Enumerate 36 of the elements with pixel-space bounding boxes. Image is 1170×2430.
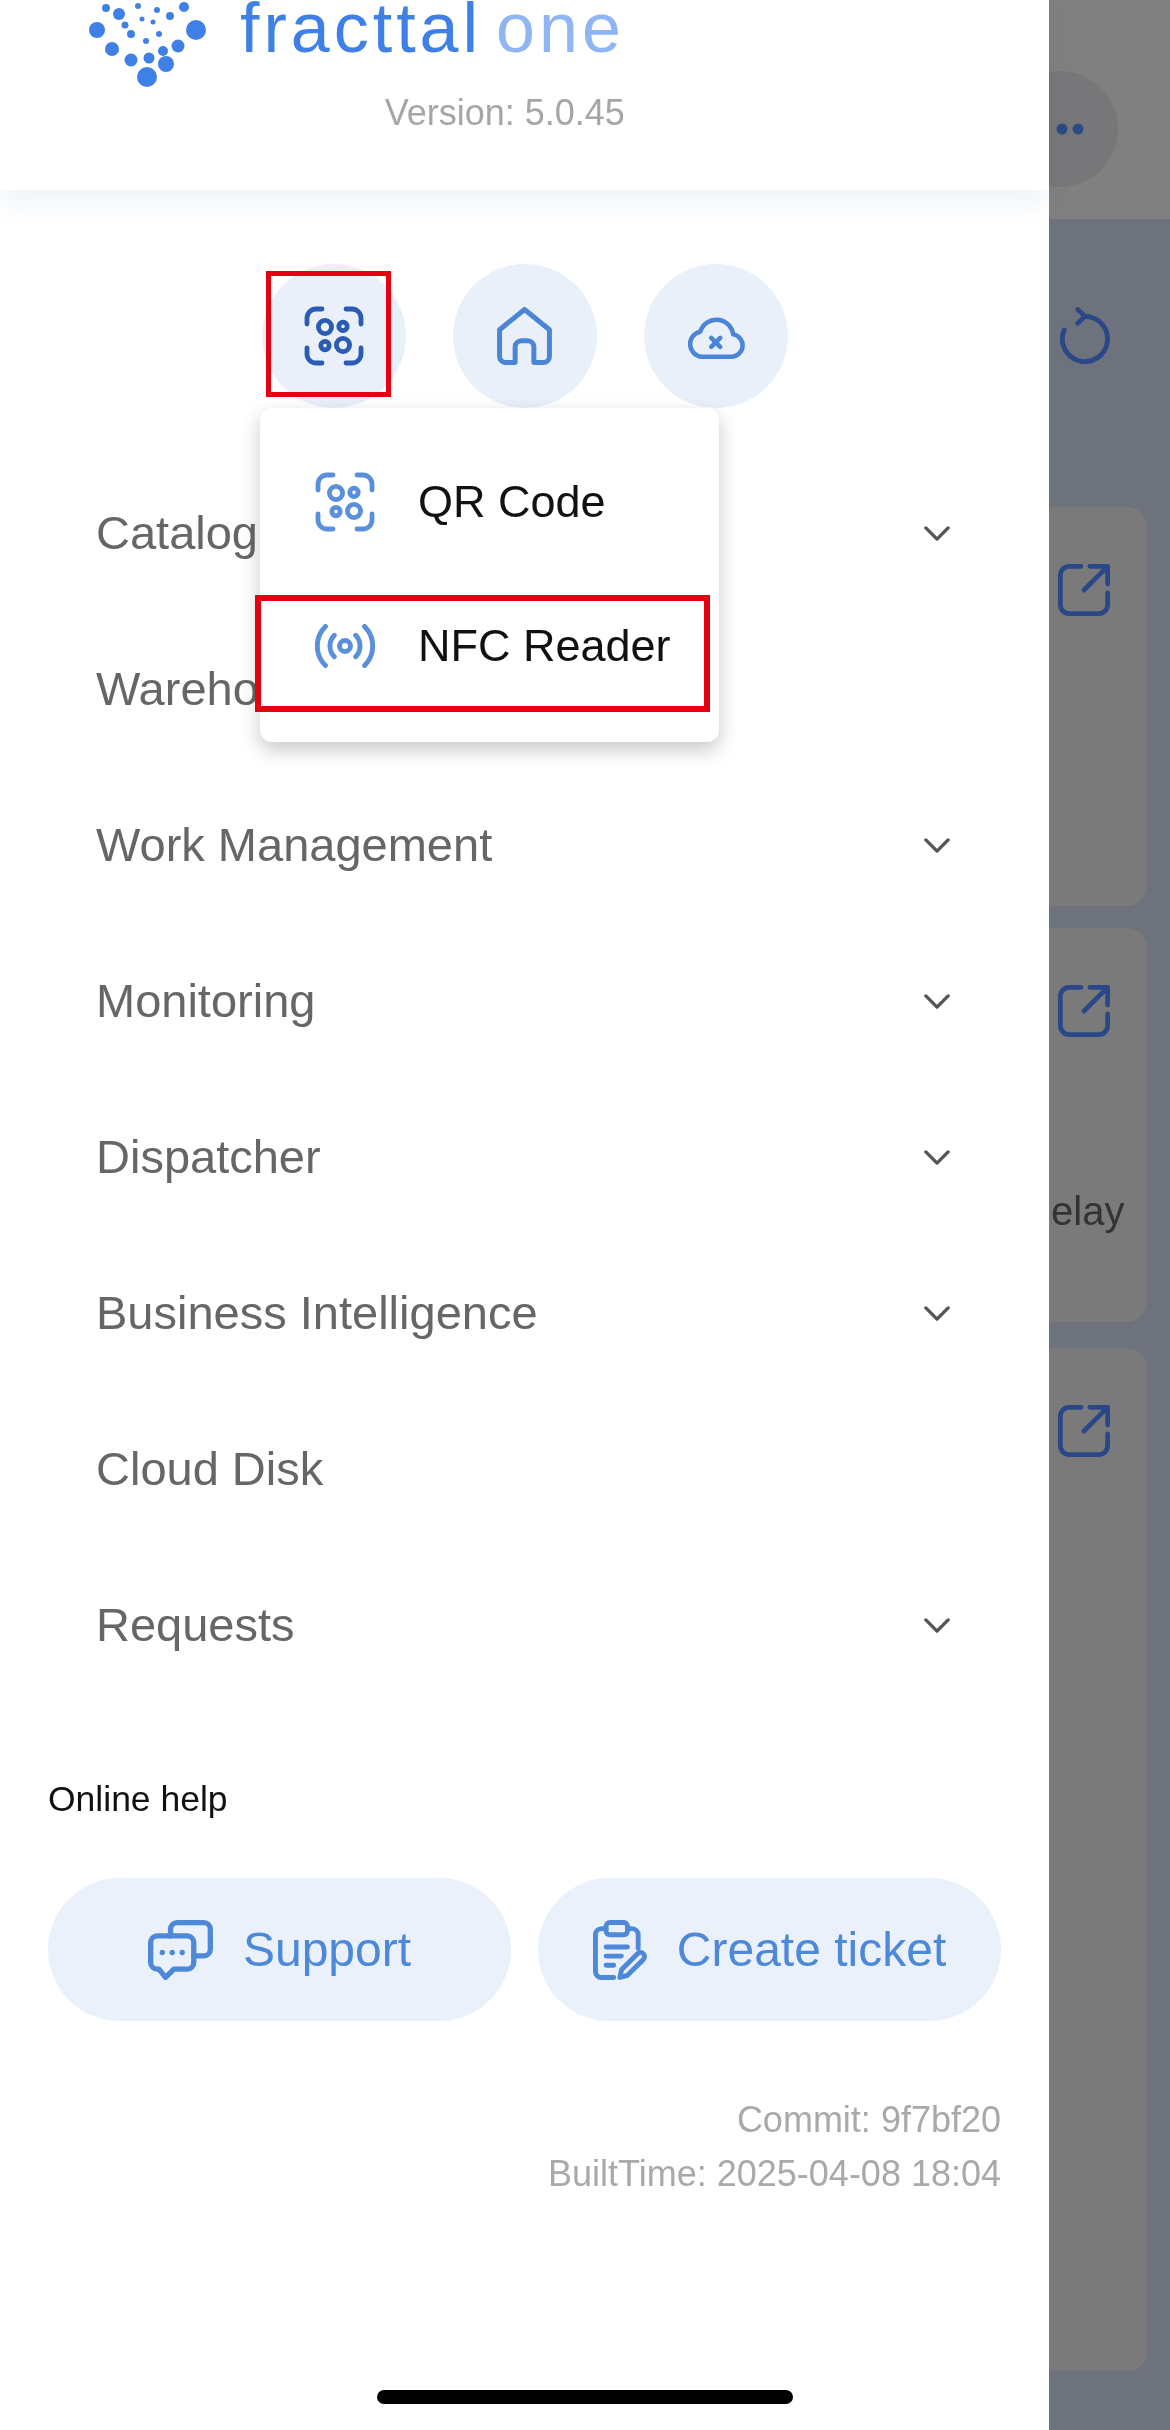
chevron-down-icon [924,1617,950,1633]
support-button[interactable]: Support [48,1878,511,2021]
chevron-down-icon [924,1149,950,1165]
create-ticket-button[interactable]: Create ticket [538,1878,1001,2021]
nav-item[interactable]: Dispatcher [96,1129,321,1185]
clipboard-pencil-icon [592,1919,647,1980]
more-button[interactable] [1049,71,1118,187]
external-link-icon[interactable] [1058,985,1110,1037]
card-text: elay [1051,1188,1126,1235]
scan-icon [315,472,375,532]
nav-item[interactable]: Catalog [96,505,258,561]
nav-item[interactable]: Wareho [96,661,259,717]
chevron-down-icon [924,525,950,541]
dotted-logo-icon [86,0,206,88]
nfc-waves-icon [315,624,375,668]
menu-item[interactable]: NFC Reader [260,574,719,718]
external-link-icon[interactable] [1058,1405,1110,1457]
commit-text: Commit: 9f7bf20 [735,2098,1001,2142]
logo-text: one [496,0,625,61]
build-time-text: BuiltTime: 2025-04-08 18:04 [547,2152,1001,2196]
chat-bubbles-icon [147,1919,213,1980]
chevron-down-icon [924,837,950,853]
menu-item[interactable]: QR Code [260,430,719,574]
refresh-icon[interactable] [1060,307,1110,364]
chevron-down-icon [924,993,950,1009]
logo-text: fracttal [240,0,483,61]
nav-item[interactable]: Monitoring [96,973,316,1029]
chevron-down-icon [924,1305,950,1321]
nav-item[interactable]: Cloud Disk [96,1441,324,1497]
nav-item[interactable]: Work Management [96,817,493,873]
external-link-icon[interactable] [1058,564,1110,616]
version-text: Version: 5.0.45 [384,92,625,134]
more-icon [1056,123,1084,135]
nav-item[interactable]: Requests [96,1597,295,1653]
section-title: Online help [48,1779,229,1819]
nav-item[interactable]: Business Intelligence [96,1285,538,1341]
